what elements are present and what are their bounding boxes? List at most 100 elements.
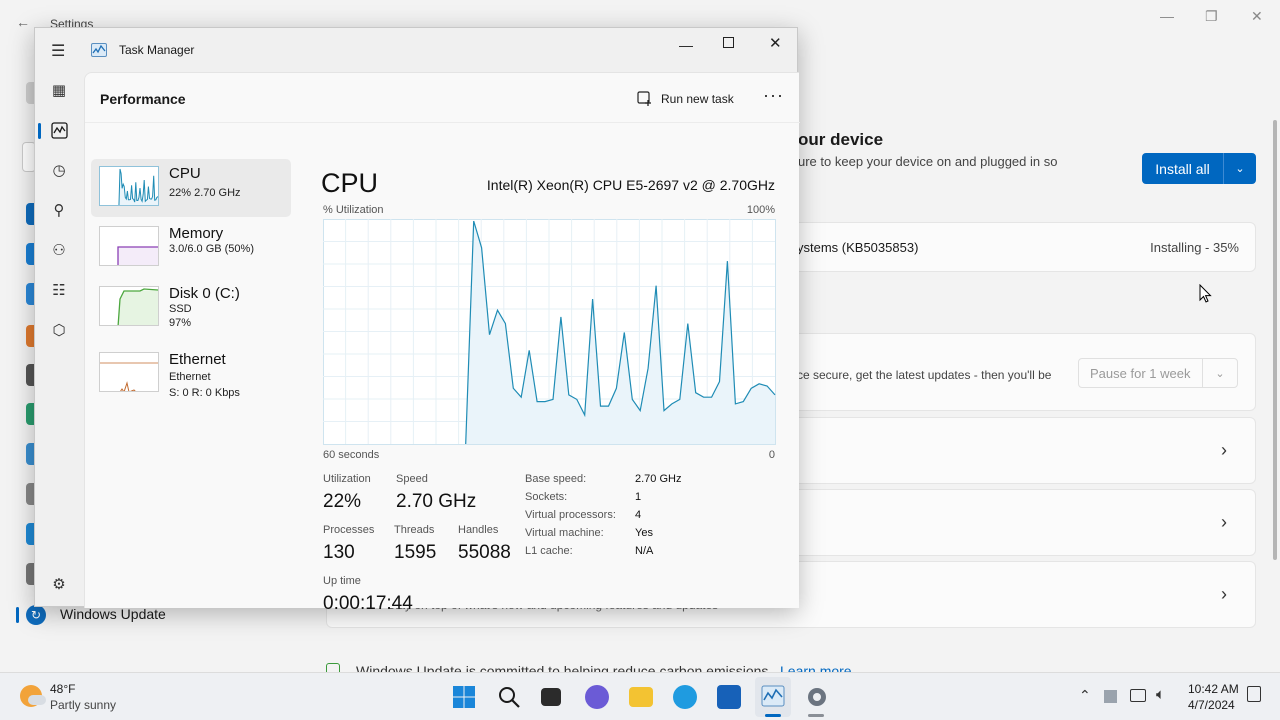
cpu-mini-chart [118, 168, 158, 205]
install-all-button[interactable]: Install all ⌄ [1142, 153, 1256, 184]
cloud-icon [28, 695, 46, 705]
speed-label: Speed [396, 473, 428, 485]
processes-value: 130 [323, 542, 355, 563]
hamburger-menu-icon[interactable]: ☰ [51, 41, 65, 61]
chevron-right-icon: › [1221, 512, 1227, 532]
task-manager-taskbar-icon [761, 685, 785, 707]
details-icon[interactable]: ☷ [49, 281, 69, 301]
notification-center-icon[interactable] [1247, 686, 1261, 702]
pause-description: ce secure, get the latest updates - then… [797, 368, 1052, 382]
back-arrow-icon[interactable]: ← [16, 14, 30, 30]
performance-icon[interactable] [51, 122, 68, 139]
resource-name: Disk 0 (C:) [169, 285, 240, 302]
handles-label: Handles [458, 524, 499, 536]
title-bar[interactable]: ☰ Task Manager — ✕ [35, 28, 799, 72]
resource-name: Ethernet [169, 351, 226, 368]
minimize-icon[interactable]: — [1160, 8, 1174, 24]
services-icon[interactable]: ⬡ [49, 321, 69, 341]
sidebar-item-label: Windows Update [60, 606, 166, 622]
chevron-right-icon: › [1221, 584, 1227, 604]
search-icon[interactable] [497, 685, 521, 709]
resource-detail: SSD [169, 303, 192, 315]
uptime-value: 0:00:17:44 [323, 593, 413, 614]
graph-time-label: 60 seconds [323, 449, 380, 461]
page-header: Performance Run new task ··· [85, 73, 800, 123]
chevron-down-icon: ⌄ [1215, 367, 1225, 380]
file-explorer-icon[interactable] [629, 687, 653, 707]
spec-value: 2.70 GHz [635, 473, 682, 485]
uptime-label: Up time [323, 575, 361, 587]
pause-updates-dropdown[interactable]: Pause for 1 week ⌄ [1078, 358, 1238, 388]
chevron-right-icon: › [1221, 440, 1227, 460]
close-icon[interactable]: ✕ [769, 34, 782, 52]
microsoft-store-icon[interactable] [717, 685, 741, 709]
maximize-icon[interactable] [723, 37, 734, 48]
startup-apps-icon[interactable]: ⚲ [49, 201, 69, 221]
clock-date[interactable]: 4/7/2024 [1188, 698, 1235, 712]
restore-icon[interactable]: ❐ [1205, 8, 1218, 25]
disk-thumbnail-graph [99, 286, 159, 326]
leaf-icon [326, 663, 340, 672]
task-manager-taskbar-button[interactable] [755, 677, 791, 717]
spec-key: Base speed: [525, 473, 587, 485]
memory-thumbnail-graph [99, 226, 159, 266]
run-new-task-button[interactable]: Run new task [637, 87, 734, 111]
windows-update-icon: ↻ [26, 605, 46, 625]
tray-app-icon[interactable] [1104, 690, 1117, 703]
mouse-cursor-icon [1199, 284, 1212, 303]
minimize-icon[interactable]: — [679, 37, 693, 53]
spec-key: Sockets: [525, 491, 568, 503]
resource-item-ethernet[interactable]: Ethernet Ethernet S: 0 R: 0 Kbps [91, 345, 291, 403]
ethernet-mini-chart [100, 362, 158, 391]
task-view-icon[interactable] [541, 688, 561, 706]
show-hidden-icons-chevron-icon[interactable]: ⌃ [1079, 687, 1091, 704]
cpu-utilization-graph [323, 219, 776, 445]
utilization-label: Utilization [323, 473, 371, 485]
clock-time[interactable]: 10:42 AM [1188, 682, 1239, 696]
spec-value: N/A [635, 545, 654, 557]
task-manager-window: ☰ Task Manager — ✕ ▦ ◷ ⚲ ⚇ ☷ ⬡ ⚙ Perform… [34, 27, 800, 614]
speed-value: 2.70 GHz [396, 491, 477, 512]
settings-gear-icon[interactable] [805, 685, 829, 709]
task-manager-app-icon [91, 43, 107, 57]
pause-updates-label: Pause for 1 week [1079, 359, 1203, 387]
weather-widget[interactable]: 48°F Partly sunny [14, 681, 134, 715]
chevron-down-icon[interactable]: ⌄ [1224, 162, 1256, 175]
update-subtext: ure to keep your device on and plugged i… [798, 154, 1058, 169]
spec-value: 4 [635, 509, 642, 521]
start-windows-icon[interactable] [452, 685, 476, 709]
resource-item-disk[interactable]: Disk 0 (C:) SSD 97% [91, 279, 291, 337]
processes-icon[interactable]: ▦ [49, 81, 69, 101]
close-icon[interactable]: ✕ [1251, 8, 1263, 25]
scrollbar[interactable] [1273, 120, 1277, 560]
app-history-icon[interactable]: ◷ [49, 161, 69, 181]
update-item-name: ystems (KB5035853) [797, 240, 919, 255]
threads-value: 1595 [394, 542, 437, 563]
weather-desc: Partly sunny [50, 698, 117, 712]
resource-item-memory[interactable]: Memory 3.0/6.0 GB (50%) [91, 219, 291, 277]
resource-detail: S: 0 R: 0 Kbps [169, 387, 240, 399]
disk-mini-chart [117, 288, 158, 325]
teams-chat-icon[interactable] [585, 685, 609, 709]
more-options-icon[interactable]: ··· [763, 85, 784, 106]
edge-browser-icon[interactable] [673, 685, 697, 709]
update-heading: our device [798, 130, 884, 149]
resource-detail: 97% [169, 317, 192, 329]
settings-gear-icon[interactable]: ⚙ [49, 575, 69, 595]
memory-mini-chart [117, 246, 158, 265]
running-app-indicator [808, 714, 824, 717]
navigation-rail: ▦ ◷ ⚲ ⚇ ☷ ⬡ ⚙ [35, 72, 83, 608]
resource-name: CPU [169, 165, 201, 182]
ethernet-thumbnail-graph [99, 352, 159, 392]
network-icon[interactable] [1130, 689, 1146, 702]
threads-label: Threads [394, 524, 435, 536]
handles-value: 55088 [458, 542, 511, 563]
volume-icon[interactable]: 🔈︎ [1156, 686, 1165, 703]
utilization-value: 22% [323, 491, 362, 512]
learn-more-link[interactable]: Learn more [780, 663, 852, 672]
users-icon[interactable]: ⚇ [49, 241, 69, 261]
resource-item-cpu[interactable]: CPU 22% 2.70 GHz [91, 159, 291, 217]
active-indicator [38, 123, 41, 139]
weather-temp: 48°F [50, 682, 76, 696]
active-app-indicator [765, 714, 781, 717]
